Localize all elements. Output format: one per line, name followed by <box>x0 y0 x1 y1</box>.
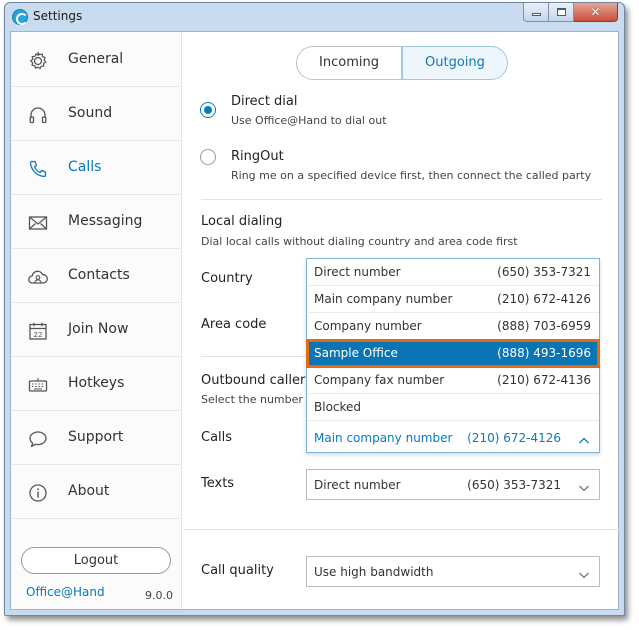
sidebar-item-contacts[interactable]: Contacts <box>11 249 182 303</box>
app-logo-icon <box>12 9 28 25</box>
outbound-caller-id-description: Select the number yo <box>201 393 320 406</box>
option-name: Direct number <box>314 265 401 279</box>
calls-settings-panel: Incoming Outgoing Direct dial Use Office… <box>183 32 620 609</box>
close-button[interactable]: ✕ <box>574 3 618 22</box>
maximize-icon <box>556 8 566 16</box>
ringout-title: RingOut <box>231 149 284 164</box>
select-value-number: (650) 353-7321 <box>467 478 561 492</box>
option-number: (888) 493-1696 <box>497 346 591 360</box>
calls-caller-id-label: Calls <box>201 430 233 445</box>
info-icon <box>27 482 49 504</box>
sidebar-item-about[interactable]: About <box>11 465 182 519</box>
option-name: Main company number <box>314 292 453 306</box>
sidebar-item-label: Sound <box>68 105 113 121</box>
sidebar-item-label: General <box>68 51 124 67</box>
calendar-icon: 22 <box>27 320 49 342</box>
tab-outgoing[interactable]: Outgoing <box>402 46 508 80</box>
sidebar-item-messaging[interactable]: Messaging <box>11 195 182 249</box>
local-dialing-description: Dial local calls without dialing country… <box>201 235 518 248</box>
option-name: Sample Office <box>314 346 398 360</box>
sidebar-item-calls[interactable]: Calls <box>11 141 182 195</box>
app-version: 9.0.0 <box>145 589 173 602</box>
contacts-cloud-icon <box>27 266 49 288</box>
sidebar-item-sound[interactable]: Sound <box>11 87 182 141</box>
svg-text:22: 22 <box>34 331 43 339</box>
direction-tabs: Incoming Outgoing <box>296 46 508 80</box>
chevron-up-icon[interactable] <box>578 432 590 444</box>
sidebar-item-label: About <box>68 483 110 499</box>
select-value-name: Direct number <box>314 478 401 492</box>
sidebar-item-label: Support <box>68 429 124 445</box>
option-number: (210) 672-4136 <box>497 373 591 387</box>
dropdown-option[interactable]: Direct number (650) 353-7321 <box>307 259 599 286</box>
sidebar-item-support[interactable]: Support <box>11 411 182 465</box>
texts-caller-id-select[interactable]: Direct number (650) 353-7321 <box>306 469 600 500</box>
sidebar-item-label: Contacts <box>68 267 130 283</box>
dropdown-option[interactable]: Blocked <box>307 394 599 421</box>
settings-sidebar: General Sound Calls Messaging Contacts 2… <box>11 32 182 609</box>
option-number: (888) 703-6959 <box>497 319 591 333</box>
ringout-radio[interactable] <box>200 149 216 165</box>
divider <box>183 529 620 530</box>
dropdown-option[interactable]: Main company number (210) 672-4126 <box>307 286 599 313</box>
calls-caller-id-current[interactable]: Main company number (210) 672-4126 <box>307 424 599 452</box>
call-quality-label: Call quality <box>201 563 274 578</box>
logout-button[interactable]: Logout <box>21 547 171 574</box>
country-label: Country <box>201 271 253 286</box>
current-name: Main company number <box>314 431 453 445</box>
sidebar-item-label: Messaging <box>68 213 143 229</box>
tab-incoming[interactable]: Incoming <box>296 46 402 80</box>
option-name: Blocked <box>314 400 362 414</box>
ringout-description: Ring me on a specified device first, the… <box>231 169 592 182</box>
sidebar-item-label: Calls <box>68 159 102 175</box>
direct-dial-title: Direct dial <box>231 94 298 109</box>
divider <box>201 356 311 357</box>
envelope-icon <box>27 212 49 234</box>
window-controls: ✕ <box>523 3 618 22</box>
sidebar-item-label: Join Now <box>68 321 129 337</box>
minimize-button[interactable] <box>523 3 549 22</box>
outbound-caller-id-title: Outbound caller I <box>201 373 314 388</box>
minimize-icon <box>531 13 541 16</box>
divider <box>201 199 602 200</box>
sidebar-item-general[interactable]: General <box>11 33 182 87</box>
chat-bubble-icon <box>27 428 49 450</box>
area-code-label: Area code <box>201 317 267 332</box>
option-name: Company number <box>314 319 422 333</box>
direct-dial-description: Use Office@Hand to dial out <box>231 114 387 127</box>
select-value-name: Use high bandwidth <box>314 565 434 579</box>
call-quality-select[interactable]: Use high bandwidth <box>306 556 600 587</box>
calls-caller-id-dropdown[interactable]: Direct number (650) 353-7321 Main compan… <box>306 258 600 453</box>
title-bar[interactable]: Settings ✕ <box>5 3 624 31</box>
keyboard-icon <box>27 374 49 396</box>
window-title: Settings <box>33 9 83 23</box>
current-number: (210) 672-4126 <box>467 431 561 445</box>
dropdown-option-highlighted[interactable]: Sample Office (888) 493-1696 <box>306 339 600 368</box>
maximize-button[interactable] <box>549 3 574 22</box>
headphones-icon <box>27 104 49 126</box>
chevron-down-icon[interactable] <box>578 479 590 492</box>
phone-icon <box>27 158 49 180</box>
sidebar-item-join-now[interactable]: 22 Join Now <box>11 303 182 357</box>
sidebar-item-label: Hotkeys <box>68 375 125 391</box>
chevron-down-icon[interactable] <box>578 566 590 579</box>
local-dialing-title: Local dialing <box>201 214 283 229</box>
settings-window: Settings ✕ General Sound Calls Messaging… <box>4 2 625 616</box>
close-icon: ✕ <box>590 5 601 19</box>
sidebar-item-hotkeys[interactable]: Hotkeys <box>11 357 182 411</box>
dropdown-option[interactable]: Company number (888) 703-6959 <box>307 313 599 340</box>
dropdown-option[interactable]: Company fax number (210) 672-4136 <box>307 367 599 394</box>
texts-caller-id-label: Texts <box>201 476 235 491</box>
gear-icon <box>27 50 49 72</box>
option-number: (210) 672-4126 <box>497 292 591 306</box>
brand-name: Office@Hand <box>26 585 105 599</box>
option-number: (650) 353-7321 <box>497 265 591 279</box>
window-client-area: General Sound Calls Messaging Contacts 2… <box>10 31 620 610</box>
option-name: Company fax number <box>314 373 445 387</box>
direct-dial-radio[interactable] <box>200 102 216 118</box>
